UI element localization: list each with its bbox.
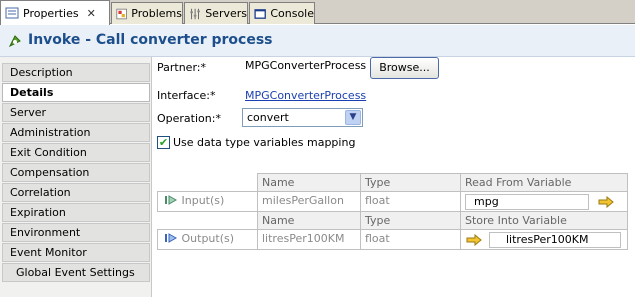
- tab-label: Problems: [131, 7, 182, 20]
- output-type-cell: float: [360, 229, 461, 250]
- input-variable-cell[interactable]: mpg: [460, 191, 628, 212]
- console-icon: [254, 8, 266, 19]
- output-name-cell: litresPer100KM: [257, 229, 361, 250]
- tab-properties[interactable]: Properties ✕: [0, 0, 110, 25]
- output-row-label: Output(s): [157, 229, 258, 250]
- input-arrow-icon: [165, 195, 178, 205]
- sidebar-item-environment[interactable]: Environment: [2, 223, 150, 242]
- input-header-name: Name: [257, 173, 361, 192]
- input-label: Input(s): [181, 194, 225, 207]
- output-header-name: Name: [257, 211, 361, 230]
- servers-icon: [190, 8, 200, 19]
- output-header-variable: Store Into Variable: [460, 211, 628, 230]
- properties-sidebar: Description Details Server Administratio…: [0, 57, 152, 297]
- sidebar-item-description[interactable]: Description: [2, 63, 150, 82]
- chevron-down-icon[interactable]: ▼: [345, 110, 361, 125]
- interface-label: Interface:*: [157, 89, 216, 102]
- mapping-checkbox[interactable]: ✔: [157, 136, 170, 149]
- yellow-arrow-icon[interactable]: [466, 234, 482, 246]
- interface-link[interactable]: MPGConverterProcess: [245, 89, 366, 102]
- tab-console[interactable]: Console: [249, 2, 315, 24]
- sidebar-item-expiration[interactable]: Expiration: [2, 203, 150, 222]
- partner-value: MPGConverterProcess: [245, 59, 367, 72]
- view-tab-bar: Properties ✕ Problems Servers Console: [0, 0, 635, 25]
- partner-label: Partner:*: [157, 61, 206, 74]
- problems-icon: [116, 8, 127, 19]
- tab-problems[interactable]: Problems: [111, 2, 183, 24]
- operation-label: Operation:*: [157, 112, 221, 125]
- properties-icon: [5, 7, 19, 19]
- output-label: Output(s): [181, 232, 235, 245]
- sidebar-item-global-event-settings[interactable]: Global Event Settings: [2, 263, 150, 282]
- checkmark-icon: ✔: [158, 136, 169, 149]
- properties-header: Invoke - Call converter process: [0, 25, 635, 57]
- sidebar-item-correlation[interactable]: Correlation: [2, 183, 150, 202]
- details-panel: Partner:* MPGConverterProcess Browse... …: [153, 57, 635, 297]
- input-type-cell: float: [360, 191, 461, 212]
- invoke-icon: [8, 35, 21, 48]
- yellow-arrow-icon[interactable]: [598, 196, 614, 208]
- close-icon[interactable]: ✕: [87, 7, 96, 20]
- input-variable-value[interactable]: mpg: [465, 194, 589, 210]
- output-variable-cell[interactable]: litresPer100KM: [460, 229, 628, 250]
- sidebar-item-compensation[interactable]: Compensation: [2, 163, 150, 182]
- operation-select-value: convert: [247, 111, 289, 124]
- page-title: Invoke - Call converter process: [28, 32, 273, 48]
- input-header-type: Type: [360, 173, 461, 192]
- input-header-variable: Read From Variable: [460, 173, 628, 192]
- tab-label: Properties: [23, 6, 79, 20]
- tab-label: Servers: [205, 7, 247, 20]
- sidebar-item-server[interactable]: Server: [2, 103, 150, 122]
- tab-label: Console: [270, 7, 314, 20]
- input-name-cell: milesPerGallon: [257, 191, 361, 212]
- sidebar-item-details[interactable]: Details: [2, 83, 150, 102]
- sidebar-item-exit-condition[interactable]: Exit Condition: [2, 143, 150, 162]
- output-arrow-icon: [165, 233, 178, 243]
- mapping-checkbox-label: Use data type variables mapping: [173, 136, 356, 149]
- sidebar-item-event-monitor[interactable]: Event Monitor: [2, 243, 150, 262]
- operation-select[interactable]: convert ▼: [242, 108, 363, 127]
- input-row-label: Input(s): [157, 191, 258, 212]
- browse-button[interactable]: Browse...: [370, 57, 439, 79]
- output-variable-value[interactable]: litresPer100KM: [489, 232, 621, 248]
- sidebar-item-administration[interactable]: Administration: [2, 123, 150, 142]
- output-header-type: Type: [360, 211, 461, 230]
- tab-servers[interactable]: Servers: [184, 2, 248, 24]
